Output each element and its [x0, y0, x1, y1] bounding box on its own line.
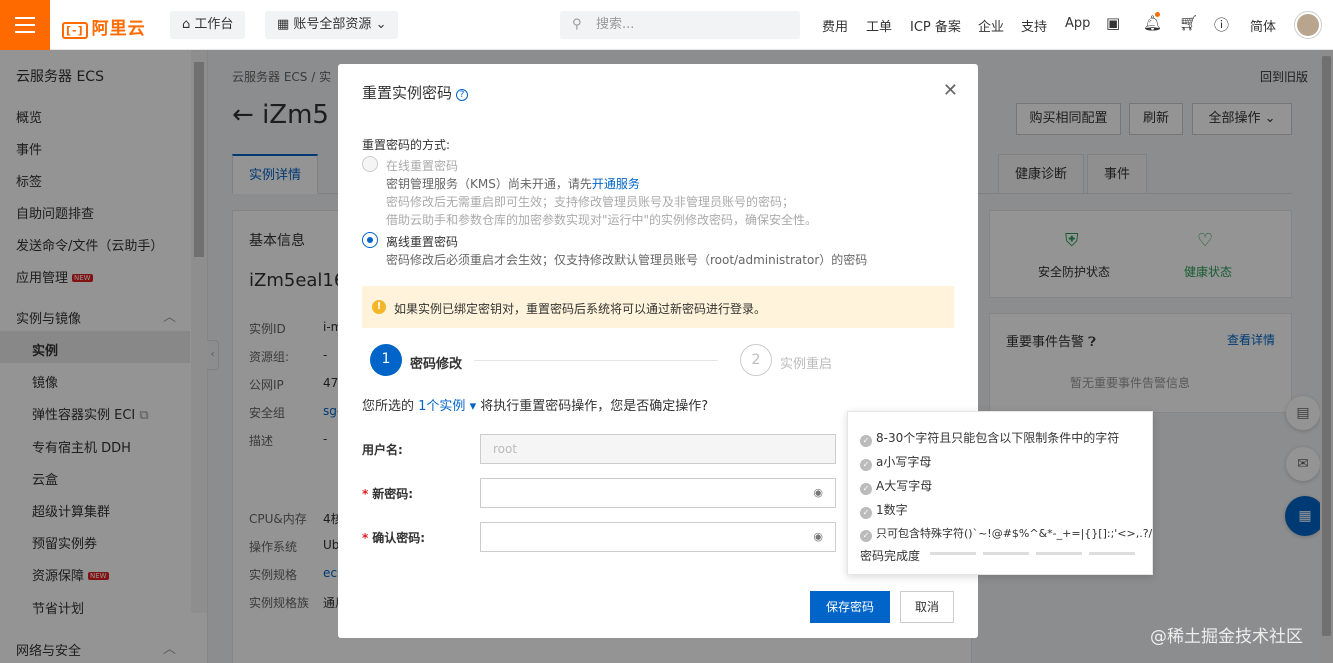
- warning-alert: ! 如果实例已绑定密钥对，重置密码后系统将可以通过新密码进行登录。: [362, 286, 954, 328]
- rule-lowercase: ✓ a小写字母: [860, 453, 931, 471]
- eye-off-icon[interactable]: ◉: [813, 479, 823, 507]
- instance-count-dropdown[interactable]: 1个实例 ▾: [418, 399, 476, 414]
- online-reset-label: 在线重置密码: [386, 159, 459, 173]
- online-reset-desc: 密钥管理服务（KMS）尚未开通，请先开通服务: [386, 177, 640, 191]
- confirm-password-label: * 确认密码:: [362, 531, 426, 545]
- activate-service-link[interactable]: 开通服务: [592, 177, 640, 191]
- confirm-text: 您所选的 1个实例 ▾ 将执行重置密码操作，您是否确定操作?: [362, 399, 709, 414]
- avatar[interactable]: [1295, 12, 1321, 38]
- online-reset-desc: 借助云助手和参数仓库的加密参数实现对"运行中"的实例修改密码，确保安全性。: [386, 213, 818, 227]
- app-link[interactable]: App: [1065, 16, 1090, 31]
- enterprise-link[interactable]: 企业: [978, 16, 1004, 35]
- strength-segment: [1036, 552, 1082, 555]
- menu-icon[interactable]: [0, 0, 50, 50]
- dialog-title: 重置实例密码?: [362, 82, 469, 103]
- step-1-label: 密码修改: [410, 357, 463, 372]
- icp-link[interactable]: ICP 备案: [910, 16, 961, 35]
- offline-reset-label: 离线重置密码: [386, 235, 459, 249]
- new-password-field[interactable]: ◉: [480, 478, 836, 508]
- offline-reset-radio[interactable]: [362, 232, 378, 248]
- password-rules-popover: ✓ 8-30个字符且只能包含以下限制条件中的字符 ✓ a小写字母 ✓ A大写字母 ✓ 1…: [847, 411, 1153, 575]
- logo[interactable]: [-] 阿里云: [62, 14, 146, 39]
- step-2-indicator: 2: [740, 344, 772, 376]
- watermark: @稀土掘金技术社区: [1150, 627, 1303, 647]
- workbench-button[interactable]: ⌂ 工作台: [170, 11, 246, 39]
- resources-dropdown[interactable]: ▦ 账号全部资源 ⌄: [265, 11, 399, 39]
- alert-text: 如果实例已绑定密钥对，重置密码后系统将可以通过新密码进行登录。: [394, 302, 767, 316]
- close-icon[interactable]: ✕: [943, 80, 958, 101]
- help-circle-icon[interactable]: ?: [456, 89, 469, 101]
- username-label: 用户名:: [362, 443, 403, 457]
- step-1-indicator: 1: [370, 344, 402, 376]
- strength-label: 密码完成度: [860, 549, 921, 563]
- bell-icon[interactable]: 🔔︎: [1143, 14, 1162, 32]
- search-icon: ⚲: [572, 17, 582, 32]
- rule-uppercase: ✓ A大写字母: [860, 477, 932, 495]
- ticket-link[interactable]: 工单: [866, 16, 892, 35]
- rule-digit: ✓ 1数字: [860, 501, 908, 519]
- top-bar: [-] 阿里云 ⌂ 工作台 ▦ 账号全部资源 ⌄ ⚲ 搜索... 费用 工单 ICP…: [0, 0, 1333, 50]
- check-icon: ✓: [860, 530, 872, 542]
- check-icon: ✓: [860, 507, 872, 519]
- step-connector: [474, 360, 718, 361]
- cancel-button[interactable]: 取消: [900, 591, 954, 623]
- rule-special-chars: ✓ 只可包含特殊字符()`~!@#$%^&*-_+=|{}[]:;'<>,.?/: [860, 525, 1152, 542]
- strength-segment: [983, 552, 1029, 555]
- rule-length: ✓ 8-30个字符且只能包含以下限制条件中的字符: [860, 429, 1119, 447]
- eye-off-icon[interactable]: ◉: [813, 523, 823, 551]
- help-icon[interactable]: ⓘ: [1214, 14, 1229, 35]
- language-switch[interactable]: 简体: [1250, 16, 1276, 35]
- offline-reset-desc: 密码修改后必须重启才会生效；仅支持修改默认管理员账号（root/administ…: [386, 253, 868, 267]
- save-password-button[interactable]: 保存密码: [810, 591, 890, 623]
- online-reset-radio[interactable]: [362, 156, 378, 172]
- new-password-label: * 新密码:: [362, 487, 414, 501]
- fee-link[interactable]: 费用: [822, 16, 848, 35]
- notification-dot: [1155, 12, 1160, 17]
- username-field: root: [480, 434, 836, 464]
- check-icon: ✓: [860, 483, 872, 495]
- confirm-password-field[interactable]: ◉: [480, 522, 836, 552]
- step-2-label: 实例重启: [780, 357, 833, 372]
- search-input[interactable]: ⚲ 搜索...: [560, 11, 800, 39]
- method-label: 重置密码的方式:: [362, 138, 451, 152]
- warning-icon: !: [372, 300, 386, 314]
- check-icon: ✓: [860, 459, 872, 471]
- strength-segment: [930, 552, 976, 555]
- strength-segment: [1089, 552, 1135, 555]
- support-link[interactable]: 支持: [1021, 16, 1047, 35]
- check-icon: ✓: [860, 435, 872, 447]
- terminal-icon[interactable]: ▣: [1106, 14, 1120, 32]
- cart-icon[interactable]: 🛒︎: [1179, 14, 1198, 32]
- online-reset-desc: 密码修改后无需重启即可生效；支持修改管理员账号及非管理员账号的密码；: [386, 195, 795, 209]
